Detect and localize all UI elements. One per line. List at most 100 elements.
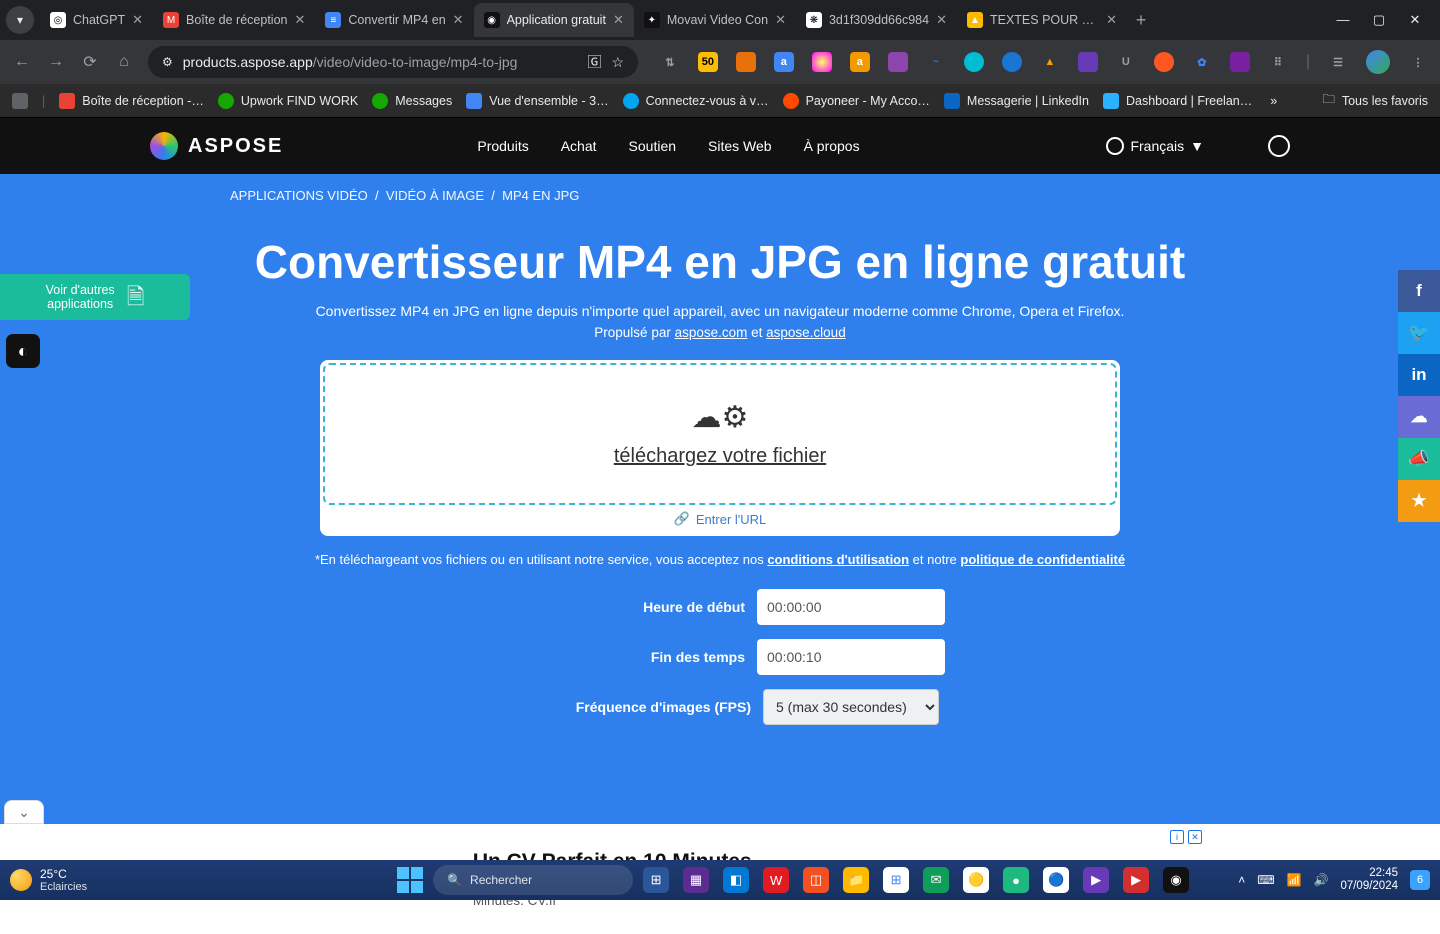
bookmarks-overflow-button[interactable]: » bbox=[1270, 94, 1277, 108]
tab-chatgpt[interactable]: ◎ChatGPT✕ bbox=[40, 3, 153, 37]
start-button[interactable] bbox=[397, 867, 423, 893]
link-aspose-cloud[interactable]: aspose.cloud bbox=[766, 325, 846, 340]
taskbar-app-icon[interactable]: ● bbox=[1003, 867, 1029, 893]
fps-select[interactable]: 5 (max 30 secondes) bbox=[763, 689, 939, 725]
tab-aspose[interactable]: ◉Application gratuit✕ bbox=[474, 3, 634, 37]
tray-notifications[interactable]: 6 bbox=[1410, 870, 1430, 890]
nav-back-button[interactable]: ← bbox=[12, 53, 32, 71]
close-icon[interactable]: ✕ bbox=[453, 12, 464, 28]
taskbar-app-icon[interactable]: ◫ bbox=[803, 867, 829, 893]
brand-logo[interactable]: ASPOSE bbox=[150, 132, 283, 160]
taskbar-app-icon[interactable]: 🔵 bbox=[1043, 867, 1069, 893]
all-bookmarks-button[interactable]: 🗀Tous les favoris bbox=[1322, 90, 1428, 111]
nav-sites-web[interactable]: Sites Web bbox=[708, 138, 772, 154]
tray-chevron-icon[interactable]: ˄ bbox=[1238, 873, 1245, 887]
reading-list-icon[interactable]: ☰ bbox=[1328, 52, 1348, 72]
tab-search-button[interactable]: ▾ bbox=[6, 6, 34, 34]
taskbar-app-icon[interactable]: ⊞ bbox=[643, 867, 669, 893]
end-time-input[interactable] bbox=[757, 639, 945, 675]
tray-language-icon[interactable]: ⌨ bbox=[1257, 873, 1274, 887]
other-apps-button[interactable]: Voir d'autres applications 🗎 bbox=[0, 274, 190, 320]
privacy-link[interactable]: politique de confidentialité bbox=[960, 552, 1125, 567]
tray-clock[interactable]: 22:4507/09/2024 bbox=[1340, 867, 1398, 893]
breadcrumb-link[interactable]: APPLICATIONS VIDÉO bbox=[230, 188, 368, 203]
taskbar-app-icon[interactable]: ▶ bbox=[1123, 867, 1149, 893]
close-icon[interactable]: ✕ bbox=[294, 12, 305, 28]
user-account-button[interactable] bbox=[1268, 135, 1290, 157]
github-link[interactable]: ◐ bbox=[6, 334, 40, 368]
bookmark-item[interactable]: Connectez-vous à v… bbox=[623, 93, 769, 109]
tab-drive[interactable]: ▲TEXTES POUR PRO✕ bbox=[957, 3, 1127, 37]
site-settings-icon[interactable]: ⚙ bbox=[162, 55, 173, 69]
extension-icon[interactable] bbox=[1002, 52, 1022, 72]
terms-link[interactable]: conditions d'utilisation bbox=[767, 552, 909, 567]
address-bar[interactable]: ⚙ products.aspose.app/video/video-to-ima… bbox=[148, 46, 638, 78]
taskbar-app-icon[interactable]: W bbox=[763, 867, 789, 893]
apps-shortcut[interactable] bbox=[12, 93, 28, 109]
breadcrumb-link[interactable]: VIDÉO À IMAGE bbox=[386, 188, 484, 203]
taskbar-app-icon[interactable]: ⊞ bbox=[883, 867, 909, 893]
taskbar-app-icon[interactable]: 📁 bbox=[843, 867, 869, 893]
upload-file-link[interactable]: téléchargez votre fichier bbox=[614, 445, 826, 468]
link-aspose-com[interactable]: aspose.com bbox=[675, 325, 748, 340]
share-favorite-button[interactable]: ★ bbox=[1398, 480, 1440, 522]
extension-icon[interactable]: ✿ bbox=[1192, 52, 1212, 72]
adchoices-icon[interactable]: i bbox=[1170, 830, 1184, 844]
taskbar-app-icon[interactable]: ▶ bbox=[1083, 867, 1109, 893]
tray-wifi-icon[interactable]: 📶 bbox=[1287, 873, 1302, 887]
extension-icon[interactable]: a bbox=[774, 52, 794, 72]
share-announce-button[interactable]: 📣 bbox=[1398, 438, 1440, 480]
translate-icon[interactable]: 🄶 bbox=[587, 52, 601, 72]
bookmark-star-icon[interactable]: ☆ bbox=[611, 54, 624, 71]
extensions-menu-icon[interactable]: ⠿ bbox=[1268, 52, 1288, 72]
close-icon[interactable]: ✕ bbox=[775, 12, 786, 28]
file-dropzone[interactable]: ☁⚙ téléchargez votre fichier bbox=[323, 363, 1117, 505]
share-facebook-button[interactable]: f bbox=[1398, 270, 1440, 312]
nav-produits[interactable]: Produits bbox=[477, 138, 528, 154]
taskbar-weather[interactable]: 25°CEclaircies bbox=[10, 867, 87, 893]
close-icon[interactable]: ✕ bbox=[1106, 12, 1117, 28]
bookmark-item[interactable]: Boîte de réception -… bbox=[59, 93, 204, 109]
share-linkedin-button[interactable]: in bbox=[1398, 354, 1440, 396]
bookmark-item[interactable]: Payoneer - My Acco… bbox=[783, 93, 930, 109]
close-icon[interactable]: ✕ bbox=[936, 12, 947, 28]
nav-home-button[interactable]: ⌂ bbox=[114, 53, 134, 71]
tab-movavi[interactable]: ✦Movavi Video Con✕ bbox=[634, 3, 796, 37]
chrome-menu-button[interactable]: ⋮ bbox=[1408, 52, 1428, 72]
taskbar-app-icon[interactable]: ✉ bbox=[923, 867, 949, 893]
taskbar-search[interactable]: 🔍Rechercher bbox=[433, 865, 633, 895]
enter-url-link[interactable]: 🔗Entrer l'URL bbox=[323, 505, 1117, 533]
extension-icon[interactable] bbox=[964, 52, 984, 72]
language-selector[interactable]: Français▼ bbox=[1106, 137, 1204, 155]
taskbar-app-icon[interactable]: ◧ bbox=[723, 867, 749, 893]
extension-icon[interactable]: ▲ bbox=[1040, 52, 1060, 72]
extension-icon[interactable]: U bbox=[1116, 52, 1136, 72]
ad-collapse-button[interactable]: ⌄ bbox=[4, 800, 44, 824]
tray-volume-icon[interactable]: 🔊 bbox=[1313, 873, 1328, 887]
profile-avatar[interactable] bbox=[1366, 50, 1390, 74]
extension-icon[interactable]: ⇅ bbox=[660, 52, 680, 72]
tab-docs[interactable]: ≡Convertir MP4 en✕ bbox=[315, 3, 473, 37]
new-tab-button[interactable]: + bbox=[1127, 6, 1155, 34]
bookmark-item[interactable]: Messages bbox=[372, 93, 452, 109]
extension-icon[interactable]: a bbox=[850, 52, 870, 72]
share-twitter-button[interactable]: 🐦 bbox=[1398, 312, 1440, 354]
bookmark-item[interactable]: Vue d'ensemble - 3… bbox=[466, 93, 608, 109]
start-time-input[interactable] bbox=[757, 589, 945, 625]
extension-icon[interactable] bbox=[736, 52, 756, 72]
share-cloud-button[interactable]: ☁ bbox=[1398, 396, 1440, 438]
nav-a-propos[interactable]: À propos bbox=[804, 138, 860, 154]
bookmark-item[interactable]: Upwork FIND WORK bbox=[218, 93, 358, 109]
extension-icon[interactable]: 50 bbox=[698, 52, 718, 72]
nav-soutien[interactable]: Soutien bbox=[629, 138, 676, 154]
extension-icon[interactable] bbox=[1230, 52, 1250, 72]
ad-close-icon[interactable]: ✕ bbox=[1188, 830, 1202, 844]
extension-icon[interactable] bbox=[888, 52, 908, 72]
taskbar-app-icon[interactable]: 🟡 bbox=[963, 867, 989, 893]
extension-icon[interactable] bbox=[812, 52, 832, 72]
window-minimize-button[interactable]: — bbox=[1336, 12, 1350, 28]
taskbar-app-icon[interactable]: ▦ bbox=[683, 867, 709, 893]
extension-icon[interactable]: ~ bbox=[926, 52, 946, 72]
nav-reload-button[interactable]: ⟳ bbox=[80, 52, 100, 72]
nav-forward-button[interactable]: → bbox=[46, 53, 66, 71]
